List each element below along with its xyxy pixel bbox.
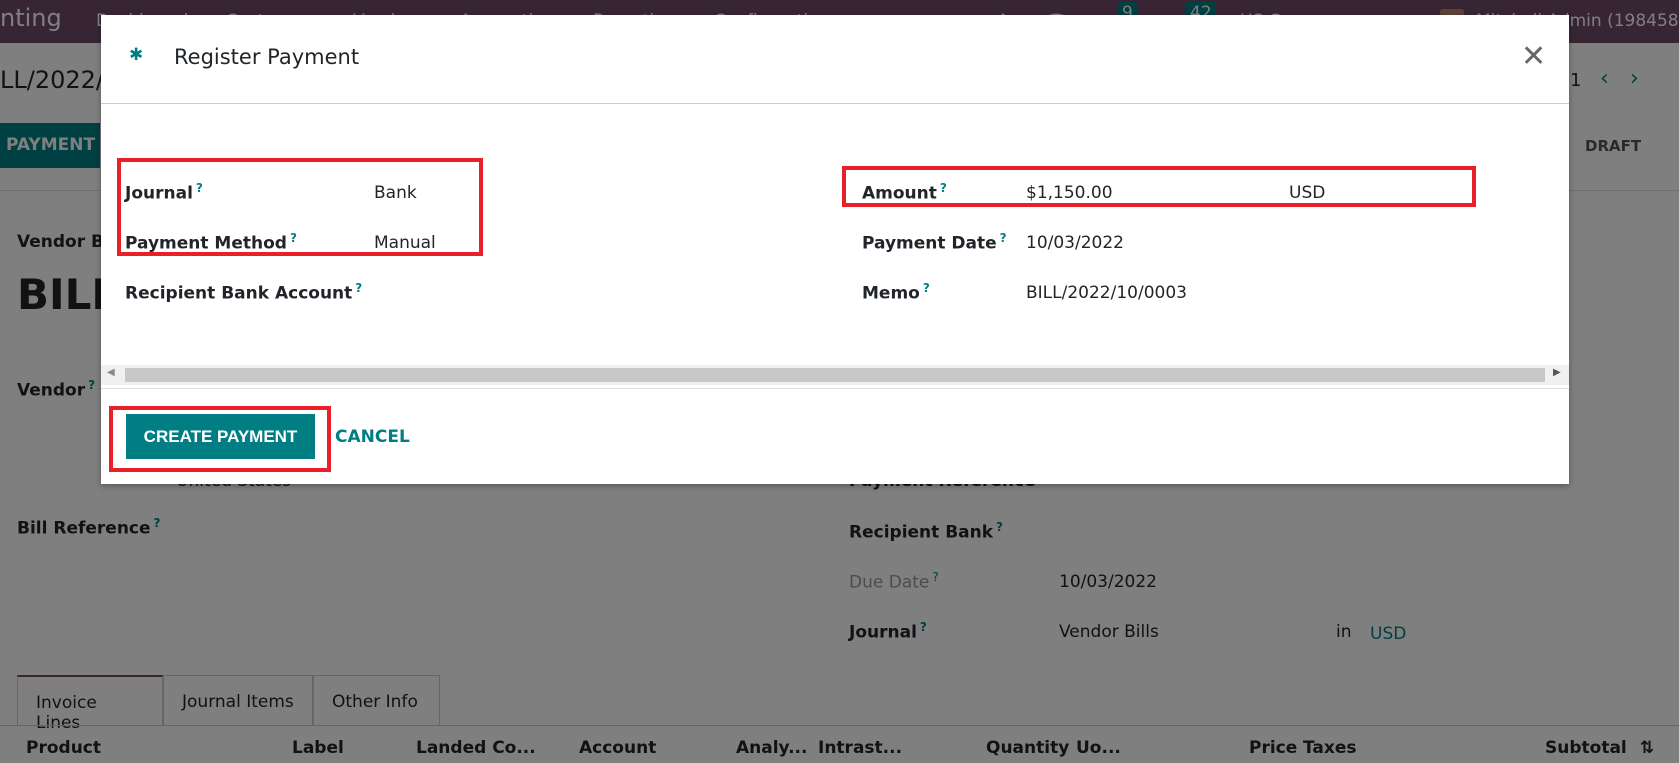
memo-input[interactable]: BILL/2022/10/0003 [1026,283,1187,303]
header-divider [101,103,1569,104]
recipient-bank-account-input[interactable] [501,277,801,301]
cancel-button[interactable]: CANCEL [335,427,410,447]
memo-label: Memo? [862,281,930,304]
payment-method-select[interactable]: Manual [374,233,436,253]
amount-label: Amount? [862,181,947,204]
scrollbar-thumb[interactable] [125,368,1545,382]
payment-date-input[interactable]: 10/03/2022 [1026,233,1124,253]
footer-divider [101,388,1569,389]
close-icon[interactable]: ✕ [1521,39,1546,74]
horizontal-scrollbar[interactable]: ◀ ▶ [101,365,1569,385]
create-payment-button[interactable]: CREATE PAYMENT [126,414,315,459]
recipient-bank-account-label: Recipient Bank Account? [125,281,363,304]
scroll-right-icon[interactable]: ▶ [1553,367,1561,378]
payment-date-label: Payment Date? [862,231,1007,254]
bug-icon: ✱ [129,45,144,65]
payment-method-label: Payment Method? [125,231,297,254]
dialog-title: Register Payment [174,45,360,69]
amount-input[interactable]: $1,150.00 [1026,183,1113,203]
scroll-left-icon[interactable]: ◀ [107,367,115,378]
journal-label: Journal? [125,181,203,204]
register-payment-dialog: ✱ Register Payment ✕ Journal? Bank Payme… [101,15,1569,484]
currency-select[interactable]: USD [1289,183,1325,203]
journal-select[interactable]: Bank [374,183,417,203]
